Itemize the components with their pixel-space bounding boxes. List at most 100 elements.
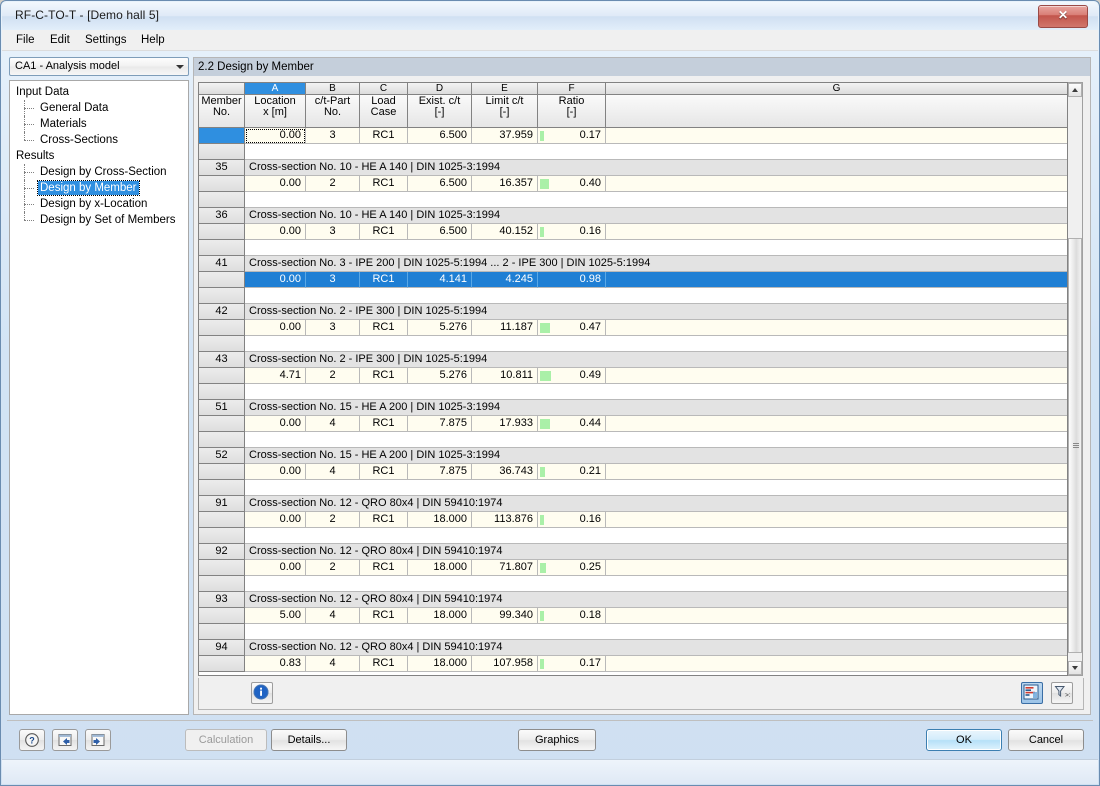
location-cell[interactable]: 0.83 bbox=[245, 656, 306, 672]
table-row[interactable] bbox=[199, 480, 1067, 496]
ct-part-cell[interactable]: 2 bbox=[306, 368, 360, 384]
exist-ct-cell[interactable]: 4.141 bbox=[408, 272, 472, 288]
ok-button[interactable]: OK bbox=[926, 729, 1002, 751]
calculation-button[interactable]: Calculation bbox=[185, 729, 267, 751]
table-row[interactable] bbox=[199, 576, 1067, 592]
member-no-cell[interactable] bbox=[199, 560, 245, 576]
table-row[interactable]: 94 Cross-section No. 12 - QRO 80x4 | DIN … bbox=[199, 640, 1067, 656]
load-case-cell[interactable]: RC1 bbox=[360, 416, 408, 432]
extra-cell[interactable] bbox=[606, 320, 1067, 336]
table-row[interactable]: 0.83 4 RC1 18.000 107.958 0.17 bbox=[199, 656, 1067, 672]
table-row[interactable]: 51 Cross-section No. 15 - HE A 200 | DIN … bbox=[199, 400, 1067, 416]
ct-part-cell[interactable]: 2 bbox=[306, 176, 360, 192]
load-case-cell[interactable]: RC1 bbox=[360, 320, 408, 336]
table-row[interactable]: 35 Cross-section No. 10 - HE A 140 | DIN … bbox=[199, 160, 1067, 176]
scrollbar-thumb[interactable] bbox=[1068, 238, 1082, 653]
table-row[interactable]: 0.00 2 RC1 18.000 113.876 0.16 bbox=[199, 512, 1067, 528]
column-header-5[interactable]: Limit c/t [-] bbox=[472, 95, 538, 128]
column-letter-c[interactable]: C bbox=[360, 83, 408, 95]
table-row[interactable] bbox=[199, 528, 1067, 544]
table-row[interactable] bbox=[199, 192, 1067, 208]
tree-item-general-data[interactable]: General Data bbox=[10, 100, 188, 116]
member-no-cell[interactable]: 94 bbox=[199, 640, 245, 656]
member-no-cell[interactable] bbox=[199, 192, 245, 208]
column-letter-a[interactable]: A bbox=[245, 83, 306, 95]
table-row[interactable]: 36 Cross-section No. 10 - HE A 140 | DIN … bbox=[199, 208, 1067, 224]
exist-ct-cell[interactable]: 7.875 bbox=[408, 416, 472, 432]
menu-item-file[interactable]: File bbox=[10, 33, 41, 48]
ratio-cell[interactable]: 0.98 bbox=[538, 272, 606, 288]
column-letter-b[interactable]: B bbox=[306, 83, 360, 95]
table-row[interactable]: 0.00 3 RC1 5.276 11.187 0.47 bbox=[199, 320, 1067, 336]
ratio-cell[interactable]: 0.44 bbox=[538, 416, 606, 432]
menu-item-settings[interactable]: Settings bbox=[79, 33, 133, 48]
member-no-cell[interactable]: 92 bbox=[199, 544, 245, 560]
extra-cell[interactable] bbox=[606, 272, 1067, 288]
location-cell[interactable]: 0.00 bbox=[245, 512, 306, 528]
member-no-cell[interactable]: 93 bbox=[199, 592, 245, 608]
member-no-cell[interactable]: 43 bbox=[199, 352, 245, 368]
ct-part-cell[interactable]: 4 bbox=[306, 416, 360, 432]
member-no-cell[interactable] bbox=[199, 336, 245, 352]
column-letter-f[interactable]: F bbox=[538, 83, 606, 95]
limit-ct-cell[interactable]: 40.152 bbox=[472, 224, 538, 240]
tree-item-design-by-set-of-members[interactable]: Design by Set of Members bbox=[10, 212, 188, 228]
ct-part-cell[interactable]: 2 bbox=[306, 512, 360, 528]
ratio-cell[interactable]: 0.17 bbox=[538, 128, 606, 144]
tree-item-materials[interactable]: Materials bbox=[10, 116, 188, 132]
ct-part-cell[interactable]: 3 bbox=[306, 224, 360, 240]
table-row[interactable]: 42 Cross-section No. 2 - IPE 300 | DIN 10… bbox=[199, 304, 1067, 320]
exist-ct-cell[interactable]: 18.000 bbox=[408, 656, 472, 672]
extra-cell[interactable] bbox=[606, 416, 1067, 432]
exist-ct-cell[interactable]: 7.875 bbox=[408, 464, 472, 480]
exist-ct-cell[interactable]: 18.000 bbox=[408, 512, 472, 528]
column-letter-g[interactable]: G bbox=[606, 83, 1067, 95]
ct-part-cell[interactable]: 4 bbox=[306, 464, 360, 480]
tree-item-input-data[interactable]: Input Data bbox=[10, 84, 188, 100]
extra-cell[interactable] bbox=[606, 368, 1067, 384]
ratio-cell[interactable]: 0.16 bbox=[538, 512, 606, 528]
member-no-cell[interactable] bbox=[199, 464, 245, 480]
ratio-cell[interactable]: 0.18 bbox=[538, 608, 606, 624]
member-no-cell[interactable] bbox=[199, 320, 245, 336]
extra-cell[interactable] bbox=[606, 176, 1067, 192]
results-view-button[interactable] bbox=[1021, 682, 1043, 704]
previous-button[interactable] bbox=[52, 729, 78, 751]
table-row[interactable] bbox=[199, 432, 1067, 448]
table-row[interactable]: 4.71 2 RC1 5.276 10.811 0.49 bbox=[199, 368, 1067, 384]
table-row[interactable]: 0.00 3 RC1 6.500 37.959 0.17 bbox=[199, 128, 1067, 144]
limit-ct-cell[interactable]: 11.187 bbox=[472, 320, 538, 336]
ratio-cell[interactable]: 0.25 bbox=[538, 560, 606, 576]
extra-cell[interactable] bbox=[606, 608, 1067, 624]
ratio-cell[interactable]: 0.49 bbox=[538, 368, 606, 384]
load-case-cell[interactable]: RC1 bbox=[360, 608, 408, 624]
member-no-cell[interactable]: 91 bbox=[199, 496, 245, 512]
limit-ct-cell[interactable]: 113.876 bbox=[472, 512, 538, 528]
location-cell[interactable]: 0.00 bbox=[245, 320, 306, 336]
load-case-cell[interactable]: RC1 bbox=[360, 224, 408, 240]
menu-item-edit[interactable]: Edit bbox=[44, 33, 76, 48]
tree-item-design-by-member[interactable]: Design by Member bbox=[10, 180, 188, 196]
member-no-cell[interactable] bbox=[199, 528, 245, 544]
ratio-cell[interactable]: 0.21 bbox=[538, 464, 606, 480]
exist-ct-cell[interactable]: 6.500 bbox=[408, 224, 472, 240]
column-header-3[interactable]: Load Case bbox=[360, 95, 408, 128]
table-row[interactable] bbox=[199, 288, 1067, 304]
limit-ct-cell[interactable]: 16.357 bbox=[472, 176, 538, 192]
exist-ct-cell[interactable]: 18.000 bbox=[408, 560, 472, 576]
ct-part-cell[interactable]: 3 bbox=[306, 128, 360, 144]
limit-ct-cell[interactable]: 37.959 bbox=[472, 128, 538, 144]
ct-part-cell[interactable]: 2 bbox=[306, 560, 360, 576]
location-cell[interactable]: 0.00 bbox=[245, 416, 306, 432]
extra-cell[interactable] bbox=[606, 224, 1067, 240]
member-no-cell[interactable]: 51 bbox=[199, 400, 245, 416]
table-row[interactable]: 0.00 2 RC1 6.500 16.357 0.40 bbox=[199, 176, 1067, 192]
load-case-cell[interactable]: RC1 bbox=[360, 368, 408, 384]
table-row[interactable] bbox=[199, 384, 1067, 400]
table-row[interactable]: 91 Cross-section No. 12 - QRO 80x4 | DIN … bbox=[199, 496, 1067, 512]
limit-ct-cell[interactable]: 71.807 bbox=[472, 560, 538, 576]
table-row[interactable]: 0.00 2 RC1 18.000 71.807 0.25 bbox=[199, 560, 1067, 576]
member-no-cell[interactable] bbox=[199, 224, 245, 240]
exist-ct-cell[interactable]: 18.000 bbox=[408, 608, 472, 624]
table-row[interactable]: 0.00 4 RC1 7.875 36.743 0.21 bbox=[199, 464, 1067, 480]
